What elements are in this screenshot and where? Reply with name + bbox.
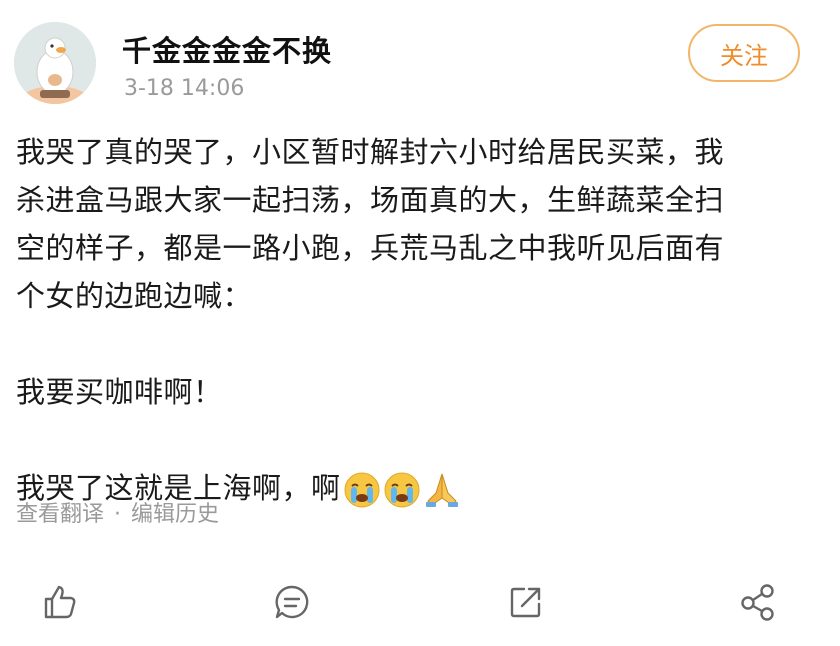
separator-dot: · bbox=[114, 502, 122, 527]
crying-face-icon bbox=[344, 472, 380, 508]
author-name[interactable]: 千金金金金不换 bbox=[122, 28, 332, 70]
post-text-line: 空的样子，都是一路小跑，兵荒马乱之中我听见后面有 bbox=[16, 231, 725, 265]
post-links-row: 查看翻译 · 编辑历史 bbox=[16, 496, 219, 528]
post-text-line: 杀进盒马跟大家一起扫荡，场面真的大，生鲜蔬菜全扫 bbox=[16, 183, 725, 217]
like-icon bbox=[44, 585, 76, 619]
edit-history-link[interactable]: 编辑历史 bbox=[131, 502, 219, 527]
more-share-icon bbox=[741, 584, 774, 621]
duck-avatar-icon bbox=[14, 22, 96, 104]
translate-link[interactable]: 查看翻译 bbox=[16, 502, 104, 527]
follow-button[interactable]: 关注 bbox=[688, 24, 800, 82]
comment-icon bbox=[275, 585, 309, 619]
repost-button[interactable] bbox=[506, 582, 546, 622]
post-header: 千金金金金不换 3-18 14:06 关注 bbox=[0, 0, 840, 110]
action-bar bbox=[0, 580, 840, 630]
share-button[interactable] bbox=[738, 582, 778, 622]
post-body: 我哭了真的哭了，小区暂时解封六小时给居民买菜，我 杀进盒马跟大家一起扫荡，场面真… bbox=[16, 128, 826, 512]
crying-face-icon bbox=[384, 472, 420, 508]
like-button[interactable] bbox=[40, 582, 80, 622]
post-timestamp: 3-18 14:06 bbox=[124, 76, 245, 101]
post-quote: 我要买咖啡啊！ bbox=[16, 375, 223, 409]
praying-hands-icon bbox=[425, 473, 458, 507]
share-icon bbox=[510, 587, 541, 618]
emoji-row bbox=[343, 471, 463, 509]
comment-button[interactable] bbox=[272, 582, 312, 622]
post-text-line: 个女的边跑边喊： bbox=[16, 279, 253, 313]
avatar[interactable] bbox=[14, 22, 96, 104]
post-text-line: 我哭了真的哭了，小区暂时解封六小时给居民买菜，我 bbox=[16, 135, 725, 169]
